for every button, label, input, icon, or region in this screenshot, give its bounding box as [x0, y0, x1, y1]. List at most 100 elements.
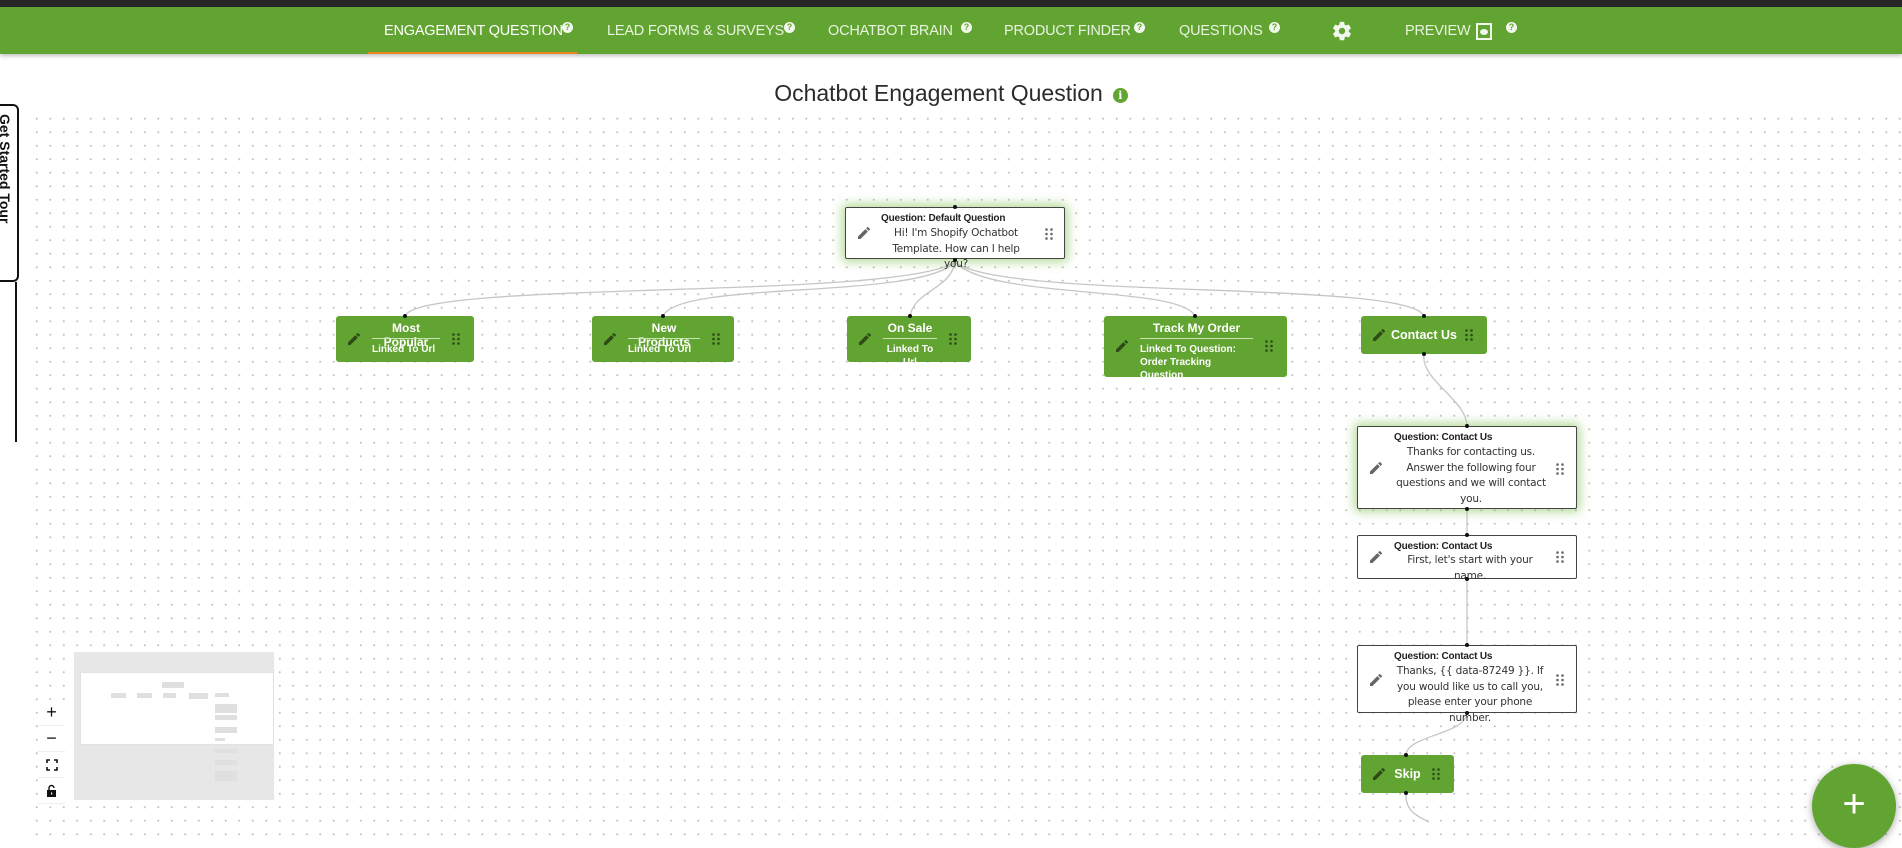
- zoom-out-button[interactable]: −: [38, 726, 65, 752]
- question-node-contact-name[interactable]: Question: Contact Us First, let's start …: [1357, 535, 1577, 582]
- preview-button[interactable]: PREVIEW: [1405, 7, 1493, 54]
- divider: [883, 338, 937, 339]
- minimap-node: [215, 704, 237, 713]
- zoom-in-button[interactable]: +: [38, 700, 65, 726]
- pencil-icon[interactable]: [346, 331, 362, 347]
- divider: [372, 338, 440, 339]
- get-started-tour-tab[interactable]: Get Started Tour: [0, 104, 19, 282]
- pencil-icon[interactable]: [857, 331, 873, 347]
- pencil-icon[interactable]: [1371, 766, 1387, 782]
- tour-panel-edge: [15, 282, 17, 442]
- tab-label: QUESTIONS: [1179, 22, 1263, 39]
- question-label: Question: Default Question: [881, 213, 1006, 224]
- tab-label: LEAD FORMS & SURVEYS: [607, 22, 785, 39]
- pencil-icon[interactable]: [1368, 549, 1384, 565]
- top-strip: [0, 0, 1902, 7]
- minimap-node: [215, 727, 237, 733]
- port: [1422, 314, 1426, 318]
- answer-title: On Sale: [887, 321, 933, 335]
- tab-label: PRODUCT FINDER: [1004, 22, 1131, 39]
- answer-link: Linked To Question: Order Tracking Quest…: [1140, 344, 1236, 381]
- minimap-node: [215, 715, 237, 720]
- top-navbar: ENGAGEMENT QUESTION ? LEAD FORMS & SURVE…: [0, 7, 1902, 54]
- drag-handle-icon[interactable]: [1045, 228, 1053, 240]
- port: [953, 258, 957, 262]
- lock-button[interactable]: [38, 778, 65, 804]
- zoom-controls: + −: [38, 700, 65, 804]
- drag-handle-icon[interactable]: [1556, 551, 1564, 563]
- minimap-node: [111, 693, 126, 698]
- fit-view-icon: [45, 758, 58, 771]
- drag-handle-icon[interactable]: [712, 333, 720, 345]
- port: [908, 314, 912, 318]
- divider: [1140, 338, 1253, 339]
- answer-title: Track My Order: [1152, 321, 1241, 335]
- divider: [628, 338, 700, 339]
- port: [403, 314, 407, 318]
- help-icon[interactable]: ?: [961, 22, 972, 33]
- tab-questions[interactable]: QUESTIONS: [1179, 7, 1263, 54]
- help-icon[interactable]: ?: [1269, 22, 1280, 33]
- drag-handle-icon[interactable]: [949, 333, 957, 345]
- plus-icon: +: [1842, 782, 1866, 826]
- drag-handle-icon[interactable]: [1432, 768, 1440, 780]
- minimap-node: [162, 682, 184, 688]
- drag-handle-icon[interactable]: [1265, 340, 1273, 352]
- question-text: First, let's start with your name.: [1407, 554, 1533, 582]
- tab-engagement-question[interactable]: ENGAGEMENT QUESTION: [368, 7, 577, 54]
- answer-node-on-sale[interactable]: On Sale Linked To Url: [847, 316, 971, 368]
- question-text: Hi! I'm Shopify Ochatbot Template. How c…: [892, 227, 1020, 270]
- tab-ochatbot-brain[interactable]: OCHATBOT BRAIN: [828, 7, 953, 54]
- help-icon[interactable]: ?: [784, 22, 795, 33]
- answer-node-new-products[interactable]: New Products Linked To Url: [592, 316, 734, 362]
- pencil-icon[interactable]: [602, 331, 618, 347]
- question-node-contact-intro[interactable]: Question: Contact Us Thanks for contacti…: [1357, 426, 1577, 509]
- gear-icon[interactable]: [1331, 20, 1353, 42]
- minimap-node: [215, 749, 237, 753]
- answer-link: Linked To Url: [886, 344, 934, 368]
- tab-label: ENGAGEMENT QUESTION: [384, 22, 563, 39]
- eye-icon: [1476, 23, 1493, 40]
- question-label: Question: Contact Us: [1394, 432, 1493, 443]
- pencil-icon[interactable]: [856, 225, 872, 241]
- port: [1404, 791, 1408, 795]
- minimap[interactable]: [74, 652, 274, 800]
- pencil-icon[interactable]: [1371, 327, 1387, 343]
- pencil-icon[interactable]: [1368, 460, 1384, 476]
- question-text: Thanks for contacting us. Answer the fol…: [1396, 446, 1546, 505]
- minimap-node: [137, 693, 152, 698]
- info-icon[interactable]: i: [1112, 88, 1128, 103]
- drag-handle-icon[interactable]: [1465, 329, 1473, 341]
- page-title-text: Ochatbot Engagement Question: [774, 80, 1103, 106]
- drag-handle-icon[interactable]: [452, 333, 460, 345]
- answer-node-track-my-order[interactable]: Track My Order Linked To Question: Order…: [1104, 316, 1287, 381]
- tab-label: OCHATBOT BRAIN: [828, 22, 953, 39]
- answer-link: Linked To Url: [372, 344, 436, 355]
- fit-view-button[interactable]: [38, 752, 65, 778]
- tour-label: Get Started Tour: [0, 114, 13, 224]
- minimap-node: [215, 693, 229, 697]
- question-node-contact-phone[interactable]: Question: Contact Us Thanks, {{ data-872…: [1357, 645, 1577, 724]
- port: [1193, 314, 1197, 318]
- port: [1465, 507, 1469, 511]
- question-label: Question: Contact Us: [1394, 651, 1493, 662]
- drag-handle-icon[interactable]: [1556, 674, 1564, 686]
- question-node-default[interactable]: Question: Default Question Hi! I'm Shopi…: [845, 207, 1065, 270]
- help-icon[interactable]: ?: [1134, 22, 1145, 33]
- help-icon[interactable]: ?: [1506, 22, 1517, 33]
- question-label: Question: Contact Us: [1394, 541, 1493, 552]
- tab-lead-forms-surveys[interactable]: LEAD FORMS & SURVEYS: [607, 7, 784, 54]
- pencil-icon[interactable]: [1368, 672, 1384, 688]
- page-title: Ochatbot Engagement Question i: [0, 80, 1902, 107]
- answer-node-contact-us[interactable]: Contact Us: [1361, 316, 1487, 354]
- port: [1465, 533, 1469, 537]
- tab-product-finder[interactable]: PRODUCT FINDER: [1004, 7, 1131, 54]
- answer-node-most-popular[interactable]: Most Popular Linked To Url: [336, 316, 474, 362]
- add-node-button[interactable]: +: [1812, 764, 1896, 848]
- port: [1465, 643, 1469, 647]
- port: [1422, 352, 1426, 356]
- answer-node-skip[interactable]: Skip: [1361, 755, 1454, 793]
- pencil-icon[interactable]: [1114, 338, 1130, 354]
- help-icon[interactable]: ?: [562, 22, 573, 33]
- drag-handle-icon[interactable]: [1556, 463, 1564, 475]
